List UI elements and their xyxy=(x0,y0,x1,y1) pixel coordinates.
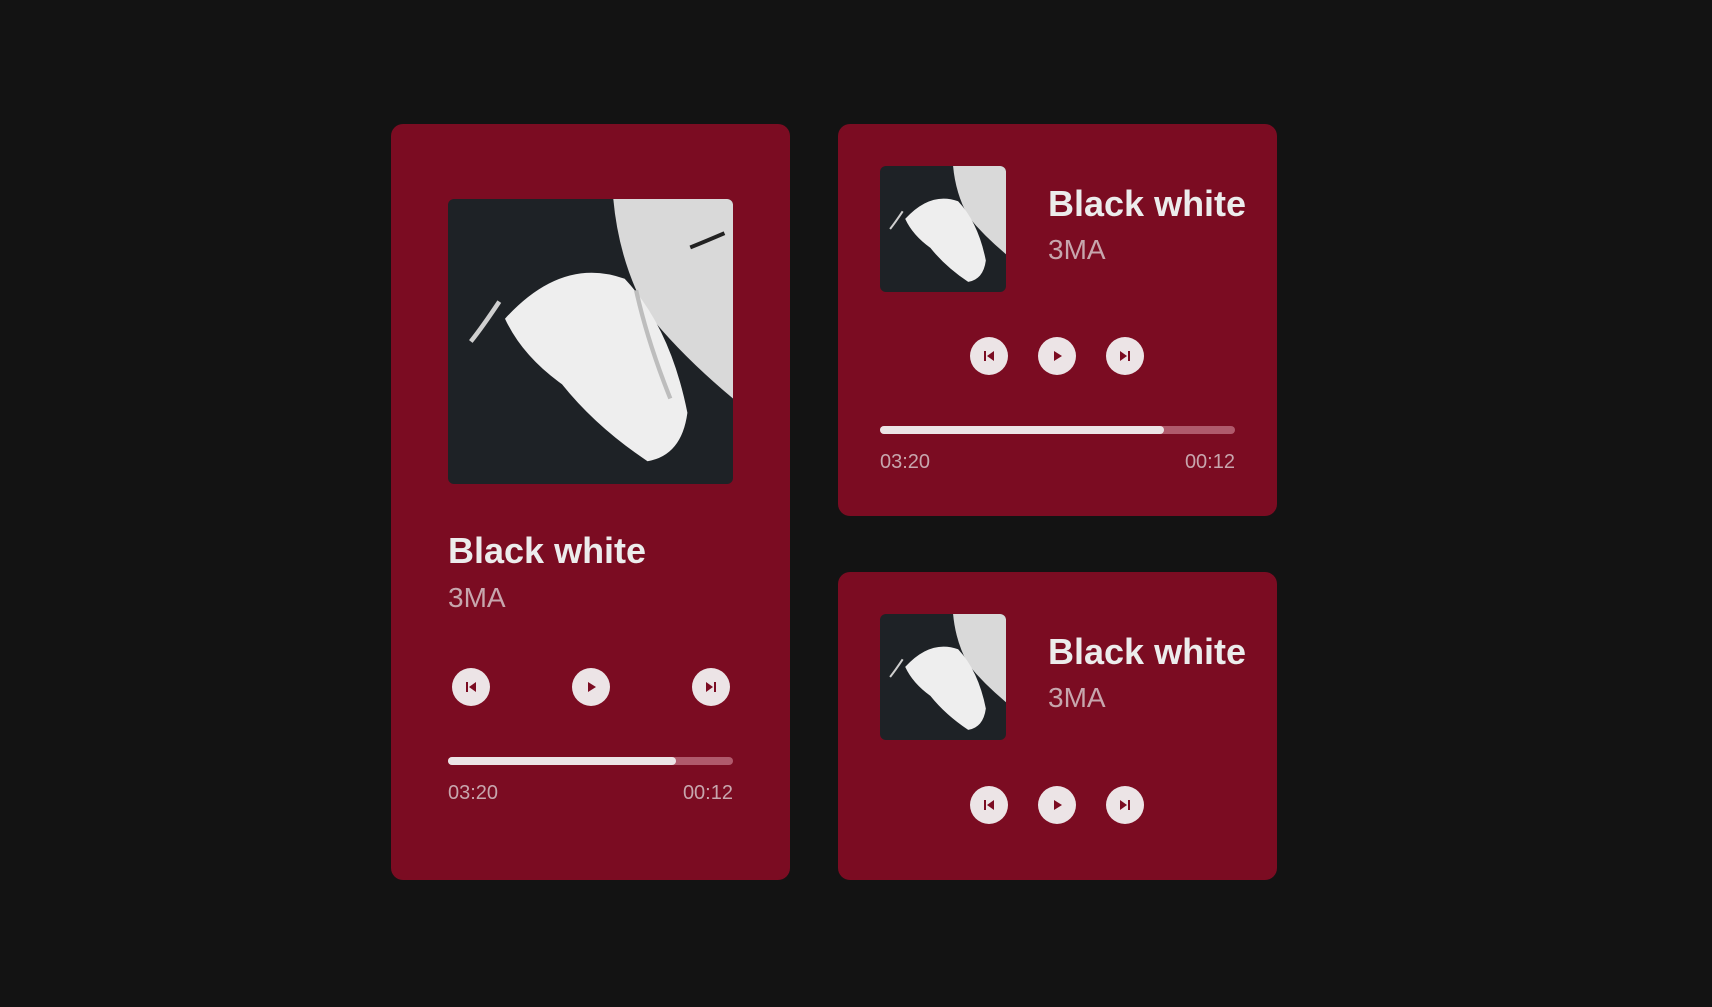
next-button[interactable] xyxy=(1106,786,1144,824)
previous-button[interactable] xyxy=(452,668,490,706)
time-remaining: 00:12 xyxy=(682,782,733,804)
next-icon xyxy=(706,682,716,692)
progress-fill xyxy=(880,426,1164,434)
music-player-medium: Black white 3MA 03:20 00:12 xyxy=(838,124,1277,516)
time-elapsed: 03:20 xyxy=(880,451,931,473)
play-icon xyxy=(1054,351,1062,361)
next-button[interactable] xyxy=(1106,337,1144,375)
track-title: Black white xyxy=(1048,183,1247,224)
album-art xyxy=(448,199,733,484)
previous-button[interactable] xyxy=(970,337,1008,375)
play-button[interactable] xyxy=(1038,337,1076,375)
music-player-small: Black white 3MA xyxy=(838,572,1277,880)
previous-button[interactable] xyxy=(970,786,1008,824)
track-title: Black white xyxy=(448,530,647,571)
previous-icon xyxy=(466,682,476,692)
play-icon xyxy=(588,682,596,692)
play-icon xyxy=(1054,800,1062,810)
play-button[interactable] xyxy=(572,668,610,706)
album-art xyxy=(880,614,1006,740)
artist-name: 3MA xyxy=(1048,234,1106,265)
progress-bar[interactable] xyxy=(448,757,733,765)
time-remaining: 00:12 xyxy=(1184,451,1235,473)
next-icon xyxy=(1120,351,1130,361)
artist-name: 3MA xyxy=(448,582,506,613)
previous-icon xyxy=(984,800,994,810)
artist-name: 3MA xyxy=(1048,682,1106,713)
next-button[interactable] xyxy=(692,668,730,706)
album-art xyxy=(880,166,1006,292)
music-player-large: Black white 3MA 03:20 00:12 xyxy=(391,124,790,880)
next-icon xyxy=(1120,800,1130,810)
play-button[interactable] xyxy=(1038,786,1076,824)
progress-fill xyxy=(448,757,676,765)
previous-icon xyxy=(984,351,994,361)
track-title: Black white xyxy=(1048,631,1247,672)
progress-bar[interactable] xyxy=(880,426,1235,434)
time-elapsed: 03:20 xyxy=(448,782,499,804)
